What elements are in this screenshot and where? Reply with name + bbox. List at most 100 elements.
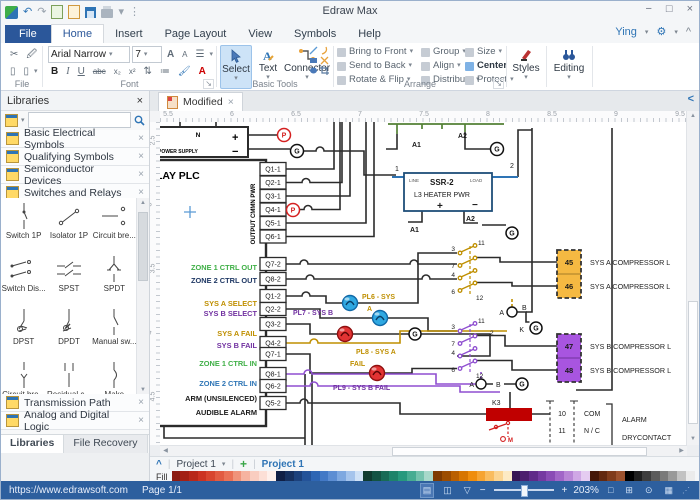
italic-button[interactable]: I <box>63 64 72 79</box>
font-color-button[interactable]: A <box>196 64 209 79</box>
subscript-button[interactable]: x₂ <box>111 64 124 79</box>
symbol-manual-switch[interactable]: Manual sw... <box>92 306 137 359</box>
search-icon[interactable] <box>134 115 145 126</box>
maximize-button[interactable]: □ <box>666 3 673 15</box>
tab-help[interactable]: Help <box>347 25 392 43</box>
highlight-color-button[interactable]: 🖌 <box>175 64 194 79</box>
symbol-isolator-1p[interactable]: Isolator 1P <box>46 200 91 253</box>
gear-icon[interactable]: ⚙ <box>656 25 666 38</box>
resize-grip[interactable]: ⋰ <box>682 486 691 495</box>
tab-home[interactable]: Home <box>51 24 104 43</box>
paste-icon[interactable]: ▯ <box>7 64 19 79</box>
scroll-up-icon[interactable]: ▲ <box>137 198 149 209</box>
symbol-spdt[interactable]: SPDT <box>92 253 137 306</box>
symbol-switch-1p[interactable]: Switch 1P <box>1 200 46 253</box>
superscript-button[interactable]: x² <box>126 64 139 79</box>
hscroll-thumb[interactable] <box>392 447 647 456</box>
library-picker-icon[interactable] <box>5 114 18 127</box>
project-dropdown[interactable]: Project 1 <box>176 459 215 470</box>
library-picker-dropdown-icon[interactable]: ▾ <box>21 116 25 124</box>
shrink-font-button[interactable]: A <box>179 47 190 62</box>
font-size-dropdown-icon[interactable]: ▾ <box>144 50 148 58</box>
close-icon[interactable]: × <box>138 187 144 198</box>
font-size-combo[interactable]: 7 ▾ <box>132 46 162 63</box>
arc-tool-icon[interactable] <box>320 46 329 55</box>
bold-button[interactable]: B <box>48 64 61 79</box>
font-family-dropdown-icon[interactable]: ▾ <box>109 50 113 58</box>
align-dropdown-icon[interactable]: ▾ <box>209 50 213 58</box>
view-normal-icon[interactable]: ▤ <box>420 483 435 498</box>
symbol-make-contact[interactable]: Make Cont... <box>92 359 137 396</box>
tab-view[interactable]: View <box>237 25 283 43</box>
close-icon[interactable]: × <box>138 133 144 144</box>
crop-tool-icon[interactable] <box>320 66 329 75</box>
scroll-down-icon[interactable]: ▼ <box>687 434 699 445</box>
symbol-residual-current[interactable]: Residual c... <box>46 359 91 396</box>
rectangle-tool-icon[interactable] <box>309 56 318 65</box>
library-item-analog-digital-logic[interactable]: Analog and Digital Logic× <box>1 412 149 430</box>
minimize-button[interactable]: − <box>645 3 651 15</box>
editing-button[interactable]: Editing ▾ <box>551 45 587 87</box>
paste-dropdown-icon[interactable]: ▾ <box>34 67 38 75</box>
panel-tab-file-recovery[interactable]: File Recovery <box>64 435 147 453</box>
format-painter-icon[interactable]: 🖉 <box>23 47 40 62</box>
zoom-in-button[interactable]: + <box>562 485 568 496</box>
document-close-icon[interactable]: × <box>228 96 234 108</box>
close-icon[interactable]: × <box>138 169 144 180</box>
align-button[interactable]: ☰ <box>193 47 208 62</box>
tab-file[interactable]: File <box>5 25 51 43</box>
add-page-button[interactable]: + <box>240 457 247 471</box>
line-tool-icon[interactable] <box>309 46 318 55</box>
collapse-panel-icon[interactable]: < <box>688 93 694 105</box>
project-dropdown-icon[interactable]: ▾ <box>222 460 226 468</box>
close-icon[interactable]: × <box>138 415 144 426</box>
scroll-up-icon[interactable]: ▲ <box>687 111 699 122</box>
zoom-slider-thumb[interactable] <box>521 485 528 497</box>
tab-symbols[interactable]: Symbols <box>283 25 347 43</box>
tab-insert[interactable]: Insert <box>104 25 154 43</box>
page-tab-project1[interactable]: Project 1 <box>262 459 304 470</box>
document-tab-modified[interactable]: Modified × <box>158 92 243 111</box>
symbol-spst[interactable]: SPST <box>46 253 91 306</box>
library-item-basic-electrical[interactable]: Basic Electrical Symbols× <box>1 130 149 148</box>
zoom-out-button[interactable]: − <box>480 485 486 496</box>
grid-toggle-icon[interactable]: ▦ <box>661 483 676 498</box>
bring-to-front-button[interactable]: Bring to Front▾ <box>337 45 413 59</box>
strikethrough-button[interactable]: abc <box>90 64 109 79</box>
schematic-canvas[interactable]: N POWER SUPPLY + − LAY PLC OUTPUT CMMN P… <box>160 122 690 445</box>
symbol-circuit-breaker-2[interactable]: Circuit bre... <box>1 359 46 396</box>
zoom-slider[interactable] <box>494 489 554 491</box>
close-icon[interactable]: × <box>138 151 144 162</box>
panel-tab-libraries[interactable]: Libraries <box>1 435 64 453</box>
user-dropdown-icon[interactable]: ▾ <box>645 28 649 36</box>
zoom-region-icon[interactable]: ⊙ <box>642 483 656 498</box>
copy-icon[interactable]: ▯ <box>21 64 33 79</box>
symbol-switch-disconnector[interactable]: Switch Dis... <box>1 253 46 306</box>
freeform-tool-icon[interactable] <box>320 56 329 65</box>
view-presentation-icon[interactable]: ▽ <box>461 483 474 498</box>
fit-page-icon[interactable]: □ <box>605 483 616 497</box>
collapse-pages-icon[interactable]: ^ <box>156 459 162 470</box>
symbol-dpdt[interactable]: DPDT <box>46 306 91 359</box>
collapse-ribbon-icon[interactable]: ^ <box>686 26 691 38</box>
symbol-dpst[interactable]: DPST <box>1 306 46 359</box>
ellipse-tool-icon[interactable] <box>309 66 318 75</box>
scrollbar-thumb[interactable] <box>138 212 148 281</box>
drawing-canvas[interactable]: N POWER SUPPLY + − LAY PLC OUTPUT CMMN P… <box>160 122 690 445</box>
view-page-icon[interactable]: ◫ <box>440 483 455 498</box>
line-spacing-button[interactable]: ⇅ <box>141 64 155 79</box>
vscroll-thumb[interactable] <box>688 301 698 423</box>
user-name[interactable]: Ying <box>615 26 637 38</box>
close-icon[interactable]: × <box>138 397 144 408</box>
gear-dropdown-icon[interactable]: ▾ <box>674 28 678 36</box>
cut-icon[interactable]: ✂ <box>7 47 21 62</box>
font-family-combo[interactable]: Arial Narrow ▾ <box>48 46 130 63</box>
send-to-back-button[interactable]: Send to Back▾ <box>337 59 413 73</box>
symbol-circuit-breaker-1[interactable]: Circuit bre... <box>92 200 137 253</box>
tab-page-layout[interactable]: Page Layout <box>154 25 238 43</box>
arrange-dialog-launcher-icon[interactable]: ↘ <box>493 79 504 89</box>
vertical-scrollbar[interactable]: ▲ ▼ <box>686 111 699 445</box>
libraries-close-icon[interactable]: × <box>137 95 143 107</box>
underline-button[interactable]: U <box>75 64 88 79</box>
symbol-grid-scrollbar[interactable]: ▲ ▼ <box>136 198 149 396</box>
